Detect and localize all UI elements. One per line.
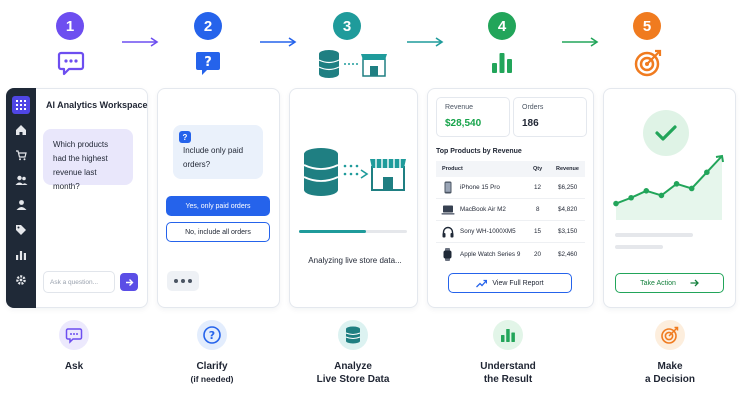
analyze-step-icon [338,320,368,350]
database-icon [303,148,339,196]
understand-step-label: Understand the Result [480,361,536,385]
analysis-progress-bar [299,230,407,233]
store-icon [370,159,406,191]
product-qty: 8 [536,206,540,213]
take-action-label: Take Action [640,279,676,287]
headphones-icon [442,221,454,242]
table-row: iPhone 15 Pro 12 $6,250 [436,177,585,199]
svg-text:?: ? [204,55,212,70]
clarify-step-label: Clarify (if needed) [190,361,234,384]
trend-line-icon [476,279,488,287]
send-arrow-icon [125,278,133,286]
arrow-1-to-2 [122,37,159,47]
data-flow-dots-icon [343,164,369,179]
analyze-step-label: Analyze Live Store Data [316,361,390,385]
arrow-3-to-4 [407,37,444,47]
clarify-step-icon: ? [197,320,227,350]
send-button[interactable] [120,273,138,291]
analysis-progress-fill [299,230,366,233]
trend-point [613,200,619,207]
ask-step-icon [59,320,89,350]
product-revenue: $4,820 [558,206,578,213]
database-to-store-icon [318,50,387,78]
placeholder-line [615,233,693,237]
product-name: Apple Watch Series 9 [460,250,521,258]
product-name: MacBook Air M2 [460,206,506,213]
orders-label: Orders [522,104,544,111]
take-action-button[interactable]: Take Action [615,273,724,293]
analyze-card [289,88,418,308]
revenue-kpi: Revenue $28,540 [436,97,510,137]
customers-icon[interactable] [12,196,30,214]
placeholder-line [615,245,663,249]
ask-step-label: Ask [64,361,84,372]
product-qty: 12 [534,184,542,191]
svg-text:?: ? [209,329,215,342]
user-question-bubble: Which products had the highest revenue l… [43,129,133,191]
trend-point [688,185,695,192]
trend-point [704,169,710,176]
users-icon[interactable] [12,171,30,189]
product-revenue: $3,150 [558,228,578,235]
typing-indicator [167,271,199,291]
step-3-number: 3 [333,12,361,40]
bar-chart-icon [492,53,512,73]
product-revenue: $2,460 [558,250,578,258]
revenue-value: $28,540 [445,118,482,129]
workspace-title: AI Analytics Workspace [46,100,148,110]
question-mark-icon: ? [179,131,191,143]
column-header-product: Product [442,166,463,172]
ask-question-input[interactable]: Ask a question... [43,271,115,293]
table-row: Apple Watch Series 9 20 $2,460 [436,243,585,265]
cart-icon[interactable] [12,146,30,164]
top-products-title: Top Products by Revenue [436,148,522,155]
laptop-icon [441,199,455,220]
view-full-report-button[interactable]: View Full Report [448,273,572,293]
growth-trend-chart [613,154,724,220]
column-header-revenue: Revenue [556,166,579,172]
arrow-2-to-3 [260,37,297,47]
phone-icon [444,177,452,198]
grid-menu-icon[interactable] [12,96,30,114]
product-name: iPhone 15 Pro [460,184,500,191]
table-row: Sony WH-1000XM5 15 $3,150 [436,221,585,243]
trend-point [658,192,665,199]
arrow-4-to-5 [562,37,599,47]
arrow-right-icon [690,279,699,287]
revenue-label: Revenue [445,104,474,111]
table-header: Product Qty Revenue [436,161,585,177]
product-revenue: $6,250 [558,184,578,191]
product-qty: 20 [534,250,542,258]
orders-kpi: Orders 186 [513,97,587,137]
trend-area [616,156,722,220]
product-name: Sony WH-1000XM5 [460,228,516,235]
column-header-qty: Qty [533,166,543,172]
decision-step-icon [655,320,685,350]
paid-orders-option-button[interactable]: Yes, only paid orders [166,196,270,216]
orders-value: 186 [522,118,539,129]
target-icon [634,49,662,77]
trend-point [673,181,680,187]
understand-step-icon [493,320,523,350]
tag-icon[interactable] [12,221,30,239]
watch-icon [443,243,452,265]
product-qty: 15 [534,228,542,235]
trend-point [628,194,634,201]
trend-point [643,188,650,194]
analytics-icon[interactable] [12,246,30,264]
all-orders-option-button[interactable]: No, include all orders [166,222,270,242]
analyzing-status-text: Analyzing live store data... [308,256,402,265]
step-4-number: 4 [488,12,516,40]
decision-step-label: Make a Decision [644,361,696,385]
step-5-number: 5 [633,12,661,40]
step-1-number: 1 [56,12,84,40]
settings-gear-icon[interactable] [12,271,30,289]
step-2-number: 2 [194,12,222,40]
chat-bubble-icon [57,51,85,76]
home-icon[interactable] [12,121,30,139]
view-full-report-label: View Full Report [492,279,544,287]
question-bubble-icon: ? [196,52,220,75]
table-row: MacBook Air M2 8 $4,820 [436,199,585,221]
app-sidebar [6,88,36,308]
